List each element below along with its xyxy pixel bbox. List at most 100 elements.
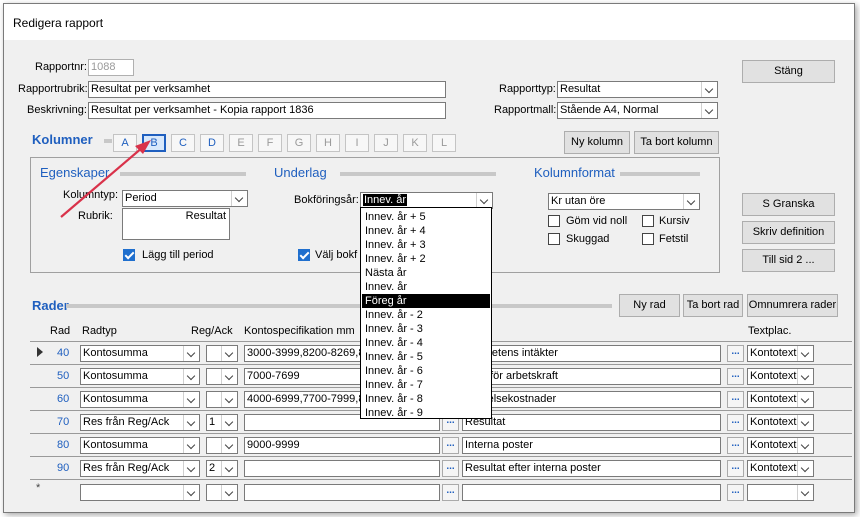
tab-column-l[interactable]: L: [432, 134, 456, 152]
tab-column-k[interactable]: K: [403, 134, 427, 152]
row-regack-select[interactable]: 2: [206, 460, 238, 477]
till-sid-button[interactable]: Till sid 2 ...: [742, 249, 835, 272]
underlag-heading: Underlag: [274, 165, 327, 180]
kursiv-checkbox[interactable]: [642, 215, 654, 227]
tab-column-g[interactable]: G: [287, 134, 311, 152]
more-icon[interactable]: ...: [727, 484, 744, 501]
renumber-rows-button[interactable]: Omnumrera rader: [747, 294, 838, 317]
dropdown-option[interactable]: Innev. år + 3: [362, 238, 490, 252]
dropdown-option[interactable]: Innev. år - 9: [362, 406, 490, 420]
beskrivning-field[interactable]: Resultat per verksamhet - Kopia rapport …: [88, 102, 446, 119]
more-icon[interactable]: ...: [727, 460, 744, 477]
row-radtyp-select[interactable]: Res från Reg/Ack: [80, 414, 200, 431]
new-row-regack[interactable]: [206, 484, 238, 501]
more-icon[interactable]: ...: [727, 437, 744, 454]
more-icon[interactable]: ...: [442, 484, 459, 501]
rapportnr-field[interactable]: 1088: [88, 59, 134, 76]
row-regack-select[interactable]: [206, 437, 238, 454]
row-text-field[interactable]: samhetens intäkter: [462, 345, 721, 362]
row-regack-select[interactable]: [206, 391, 238, 408]
more-icon[interactable]: ...: [442, 437, 459, 454]
tab-column-h[interactable]: H: [316, 134, 340, 152]
lagg-till-period-label: Lägg till period: [142, 249, 214, 261]
row-text-field[interactable]: ader för arbetskraft: [462, 368, 721, 385]
more-icon[interactable]: ...: [727, 414, 744, 431]
new-row-radtyp[interactable]: [80, 484, 200, 501]
gom-vid-noll-checkbox[interactable]: [548, 215, 560, 227]
dropdown-option[interactable]: Föreg år: [362, 294, 490, 308]
row-text-field[interactable]: a rörelsekostnader: [462, 391, 721, 408]
rapportmall-label: Rapportmall:: [494, 104, 557, 116]
rapportrubrik-field[interactable]: Resultat per verksamhet: [88, 81, 446, 98]
tab-column-i[interactable]: I: [345, 134, 369, 152]
row-regack-select[interactable]: [206, 345, 238, 362]
chevron-down-icon: [221, 415, 237, 430]
row-text-field[interactable]: Interna poster: [462, 437, 721, 454]
row-regack-select[interactable]: [206, 368, 238, 385]
row-text-field[interactable]: Resultat: [462, 414, 721, 431]
more-icon[interactable]: ...: [727, 391, 744, 408]
new-column-button[interactable]: Ny kolumn: [564, 131, 630, 154]
row-radtyp-select[interactable]: Kontosumma: [80, 391, 200, 408]
dropdown-option[interactable]: Innev. år - 6: [362, 364, 490, 378]
rapporttyp-select[interactable]: Resultat: [557, 81, 718, 98]
dropdown-option[interactable]: Innev. år + 2: [362, 252, 490, 266]
skuggad-checkbox[interactable]: [548, 233, 560, 245]
chevron-down-icon: [221, 461, 237, 476]
more-icon[interactable]: ...: [442, 460, 459, 477]
granska-button[interactable]: S Granska: [742, 193, 835, 216]
row-number: 80: [57, 439, 70, 451]
dropdown-option[interactable]: Innev. år - 7: [362, 378, 490, 392]
new-row-button[interactable]: Ny rad: [619, 294, 680, 317]
chevron-down-icon: [797, 438, 813, 453]
tab-column-j[interactable]: J: [374, 134, 398, 152]
dropdown-option[interactable]: Innev. år + 4: [362, 224, 490, 238]
dropdown-option[interactable]: Innev. år - 5: [362, 350, 490, 364]
chevron-down-icon: [221, 346, 237, 361]
chevron-down-icon: [476, 193, 492, 208]
fetstil-checkbox[interactable]: [642, 233, 654, 245]
lagg-till-period-checkbox[interactable]: [123, 249, 135, 261]
more-icon[interactable]: ...: [727, 345, 744, 362]
dropdown-option[interactable]: Innev. år: [362, 280, 490, 294]
row-textplac-select[interactable]: Kontotext: [747, 437, 814, 454]
row-radtyp-select[interactable]: Kontosumma: [80, 437, 200, 454]
close-button[interactable]: Stäng: [742, 60, 835, 83]
row-text-field[interactable]: Resultat efter interna poster: [462, 460, 721, 477]
row-kontospec-field[interactable]: 9000-9999: [244, 437, 440, 454]
delete-column-button[interactable]: Ta bort kolumn: [634, 131, 719, 154]
delete-row-button[interactable]: Ta bort rad: [683, 294, 743, 317]
col-header-regack: Reg/Ack: [191, 325, 233, 337]
title-bar: Redigera rapport: [4, 4, 854, 40]
row-textplac-select[interactable]: Kontotext: [747, 460, 814, 477]
new-row-textplac[interactable]: [747, 484, 814, 501]
valj-checkbox[interactable]: [298, 249, 310, 261]
underlag-divider: [340, 172, 496, 176]
tab-column-f[interactable]: F: [258, 134, 282, 152]
dropdown-option[interactable]: Innev. år + 5: [362, 210, 490, 224]
dropdown-option[interactable]: Innev. år - 8: [362, 392, 490, 406]
dropdown-option[interactable]: Innev. år - 2: [362, 308, 490, 322]
skriv-definition-button[interactable]: Skriv definition: [742, 221, 835, 244]
more-icon[interactable]: ...: [727, 368, 744, 385]
row-textplac-select[interactable]: Kontotext: [747, 368, 814, 385]
row-radtyp-select[interactable]: Res från Reg/Ack: [80, 460, 200, 477]
dropdown-option[interactable]: Nästa år: [362, 266, 490, 280]
tab-column-c[interactable]: C: [171, 134, 195, 152]
rapportmall-select[interactable]: Stående A4, Normal: [557, 102, 718, 119]
dropdown-option[interactable]: Innev. år - 4: [362, 336, 490, 350]
row-kontospec-field[interactable]: [244, 460, 440, 477]
dropdown-option[interactable]: Innev. år - 3: [362, 322, 490, 336]
rader-divider: [66, 304, 612, 308]
row-radtyp-select[interactable]: Kontosumma: [80, 368, 200, 385]
row-textplac-select[interactable]: Kontotext: [747, 391, 814, 408]
row-textplac-select[interactable]: Kontotext: [747, 345, 814, 362]
tab-column-e[interactable]: E: [229, 134, 253, 152]
row-radtyp-select[interactable]: Kontosumma: [80, 345, 200, 362]
new-row-kontospec[interactable]: [244, 484, 440, 501]
row-regack-select[interactable]: 1: [206, 414, 238, 431]
new-row-text[interactable]: [462, 484, 721, 501]
tab-column-d[interactable]: D: [200, 134, 224, 152]
row-textplac-select[interactable]: Kontotext: [747, 414, 814, 431]
kolumnformat-select[interactable]: Kr utan öre: [548, 193, 700, 210]
